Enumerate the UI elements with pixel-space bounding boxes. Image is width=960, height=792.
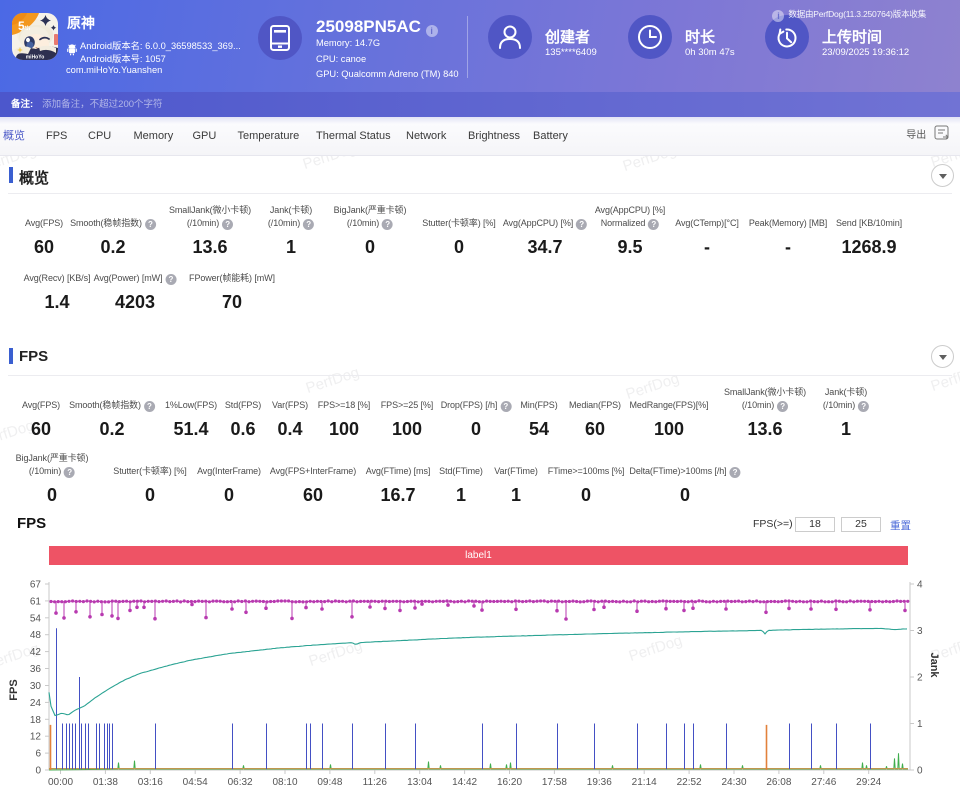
svg-text:24:30: 24:30	[721, 777, 746, 788]
svg-text:54: 54	[30, 613, 42, 624]
svg-text:18: 18	[30, 715, 42, 726]
svg-text:36: 36	[30, 664, 42, 675]
svg-text:21:14: 21:14	[632, 777, 657, 788]
svg-text:6: 6	[35, 749, 41, 760]
svg-text:67: 67	[30, 580, 42, 591]
svg-text:19:36: 19:36	[587, 777, 612, 788]
svg-text:27:46: 27:46	[811, 777, 836, 788]
svg-text:26:08: 26:08	[766, 777, 791, 788]
svg-text:22:52: 22:52	[677, 777, 702, 788]
svg-text:42: 42	[30, 647, 42, 658]
svg-text:3: 3	[917, 626, 923, 637]
svg-text:08:10: 08:10	[272, 777, 297, 788]
svg-text:48: 48	[30, 630, 42, 641]
svg-text:24: 24	[30, 698, 42, 709]
svg-text:61: 61	[30, 596, 42, 607]
svg-text:16:20: 16:20	[497, 777, 522, 788]
svg-text:01:38: 01:38	[93, 777, 118, 788]
svg-text:03:16: 03:16	[138, 777, 163, 788]
svg-text:30: 30	[30, 681, 42, 692]
svg-text:17:58: 17:58	[542, 777, 567, 788]
svg-text:2: 2	[917, 673, 923, 684]
svg-text:11:26: 11:26	[363, 777, 388, 788]
svg-text:12: 12	[30, 732, 42, 743]
svg-text:miHoYo: miHoYo	[26, 55, 45, 61]
svg-text:0: 0	[35, 766, 41, 777]
svg-text:4: 4	[917, 580, 923, 591]
svg-text:1: 1	[917, 719, 923, 730]
svg-text:13:04: 13:04	[407, 777, 432, 788]
svg-text:Jank: Jank	[928, 652, 940, 678]
svg-text:09:48: 09:48	[317, 777, 342, 788]
svg-text:0: 0	[917, 766, 923, 777]
svg-text:06:32: 06:32	[228, 777, 253, 788]
svg-text:04:54: 04:54	[183, 777, 208, 788]
svg-text:14:42: 14:42	[452, 777, 477, 788]
svg-text:00:00: 00:00	[48, 777, 73, 788]
svg-text:FPS: FPS	[8, 679, 20, 700]
svg-text:29:24: 29:24	[856, 777, 881, 788]
